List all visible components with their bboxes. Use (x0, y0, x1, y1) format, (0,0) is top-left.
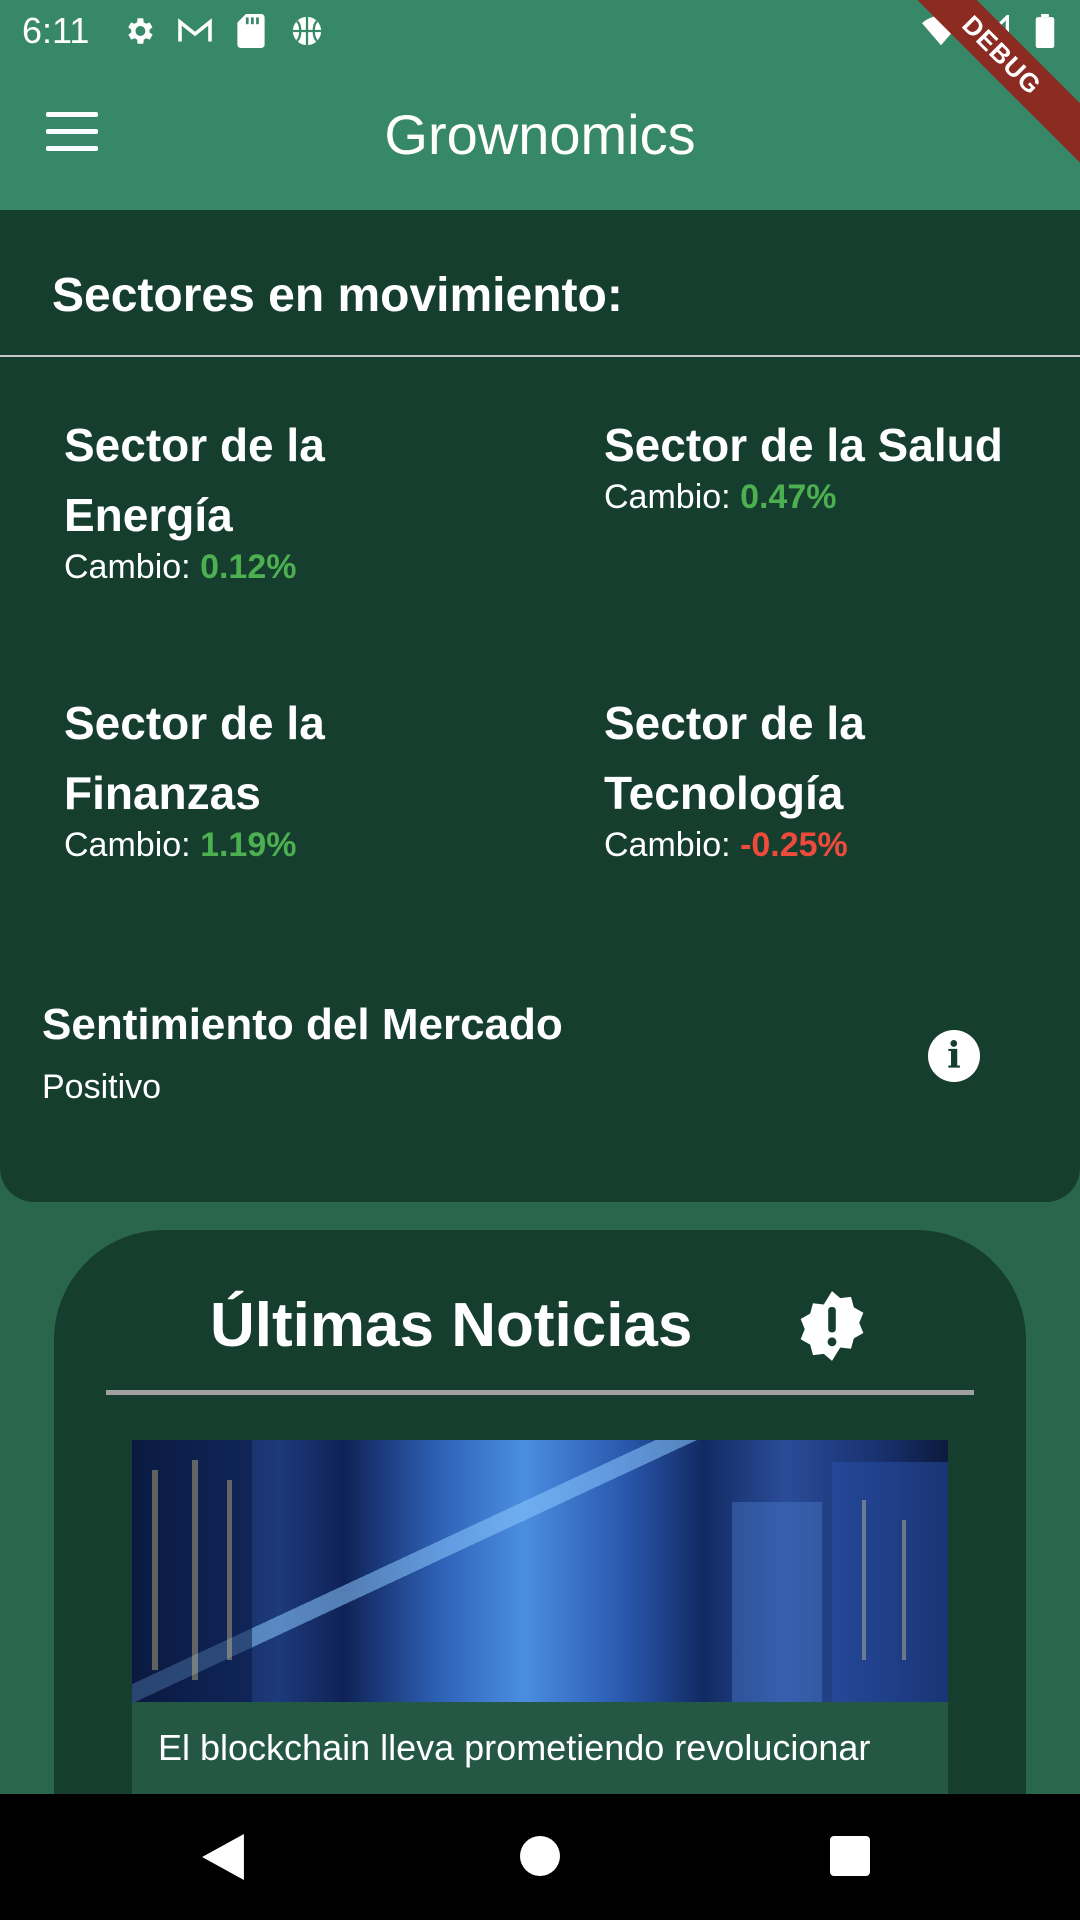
news-card: Últimas Noticias El blockchain lleva pro… (54, 1230, 1026, 1840)
sectors-title: Sectores en movimiento: (52, 269, 623, 322)
change-value: 0.12% (200, 548, 297, 586)
news-item[interactable]: El blockchain lleva prometiendo revoluci… (132, 1440, 948, 1840)
sector-card-technology[interactable]: Sector de la Tecnología Cambio: -0.25% (604, 688, 1004, 865)
news-divider (106, 1390, 974, 1395)
change-label: Cambio: (64, 826, 191, 864)
battery-icon (1026, 12, 1064, 50)
status-time: 6:11 (22, 10, 90, 51)
sector-change: Cambio: 0.47% (604, 478, 1004, 517)
change-label: Cambio: (604, 826, 731, 864)
gmail-icon (176, 12, 214, 50)
change-label: Cambio: (604, 478, 731, 516)
app-bar: Grownomics (0, 62, 1080, 210)
sector-change: Cambio: 0.12% (64, 548, 464, 587)
sector-card-health[interactable]: Sector de la Salud Cambio: 0.47% (604, 410, 1004, 517)
change-value: 1.19% (200, 826, 297, 864)
change-label: Cambio: (64, 548, 191, 586)
home-icon[interactable] (520, 1836, 560, 1876)
sentiment-title: Sentimiento del Mercado (42, 1000, 563, 1049)
status-notification-icons (120, 12, 326, 50)
alert-badge-icon[interactable] (794, 1288, 870, 1364)
sector-name: Sector de la Salud (604, 419, 1003, 471)
sector-change: Cambio: -0.25% (604, 826, 1004, 865)
sector-name: Sector de la Finanzas (64, 697, 325, 819)
news-text: El blockchain lleva prometiendo revoluci… (158, 1727, 871, 1768)
back-icon[interactable] (202, 1834, 244, 1885)
info-icon[interactable]: i (928, 1030, 980, 1082)
sector-card-finance[interactable]: Sector de la Finanzas Cambio: 1.19% (64, 688, 464, 865)
status-bar: 6:11 (0, 0, 1080, 62)
navigation-bar (0, 1794, 1080, 1920)
sector-change: Cambio: 1.19% (64, 826, 464, 865)
recents-icon[interactable] (830, 1836, 870, 1876)
settings-icon (120, 12, 158, 50)
sectors-card: Sectores en movimiento: Sector de la Ene… (0, 210, 1080, 1202)
basketball-icon (288, 12, 326, 50)
change-value: 0.47% (740, 478, 837, 516)
sector-card-energy[interactable]: Sector de la Energía Cambio: 0.12% (64, 410, 464, 587)
news-title: Últimas Noticias (210, 1291, 693, 1360)
sector-name: Sector de la Tecnología (604, 697, 865, 819)
sentiment-value: Positivo (42, 1068, 162, 1106)
news-image (132, 1440, 948, 1702)
change-value: -0.25% (740, 826, 848, 864)
divider (0, 355, 1080, 357)
sector-name: Sector de la Energía (64, 419, 325, 541)
app-title: Grownomics (384, 103, 696, 166)
sd-card-icon (232, 12, 270, 50)
